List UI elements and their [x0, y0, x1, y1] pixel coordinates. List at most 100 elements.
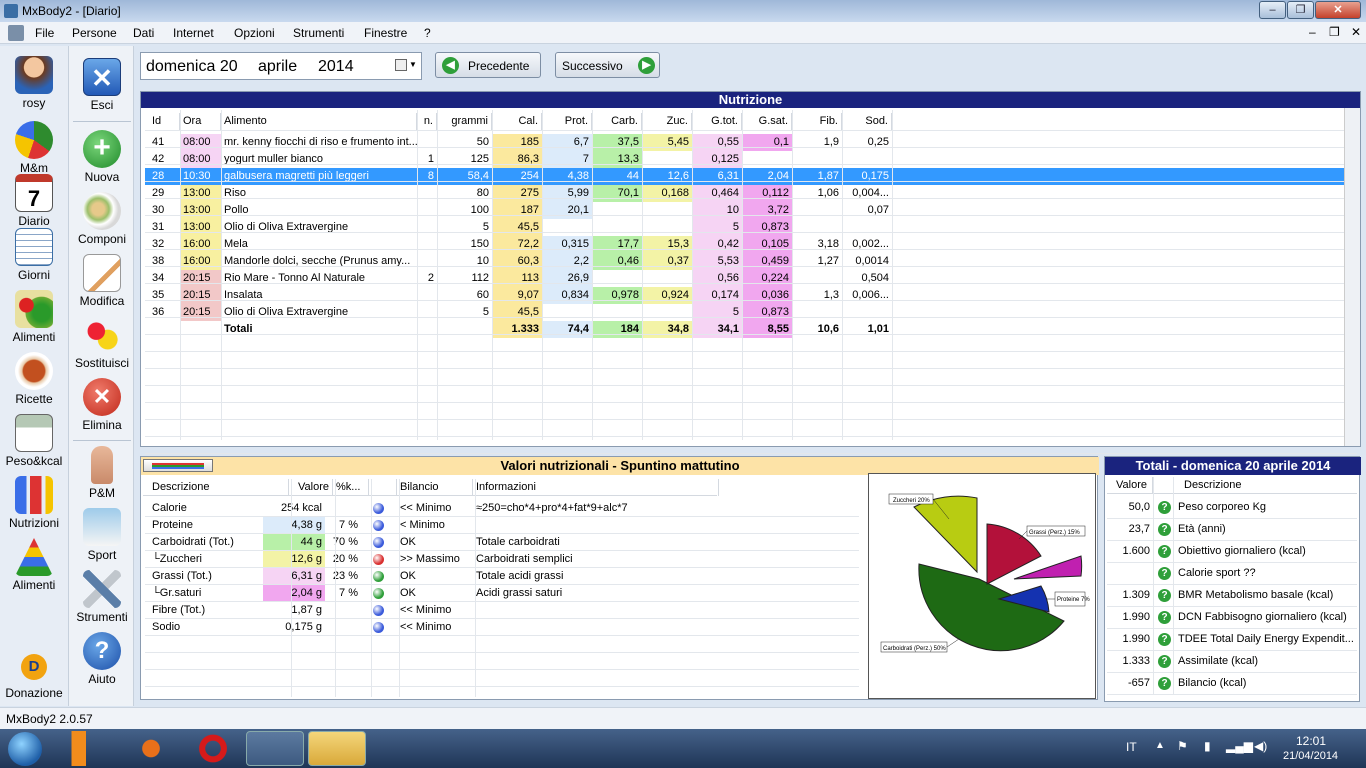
col-header[interactable]: Id	[149, 113, 180, 130]
col-header[interactable]: Carb.	[592, 113, 642, 130]
col-header[interactable]: n.	[417, 113, 437, 130]
chart-toggle-button[interactable]	[143, 459, 213, 472]
app-icon[interactable]	[4, 4, 18, 18]
nav-donazione[interactable]: D Donazione	[0, 654, 68, 700]
nav-rosy[interactable]: rosy	[0, 56, 68, 110]
next-day-button[interactable]: Successivo ▶	[555, 52, 660, 78]
col-header[interactable]: Ora	[180, 113, 221, 130]
mdi-icon[interactable]	[8, 25, 24, 41]
opera-icon[interactable]	[184, 731, 242, 766]
media-player-icon[interactable]	[60, 731, 118, 766]
action-aiuto[interactable]: ? Aiuto	[69, 632, 135, 686]
signal-icon[interactable]: ▂▄▆	[1226, 739, 1253, 753]
col-header[interactable]: Informazioni	[473, 479, 719, 496]
volume-icon[interactable]: ◀)	[1254, 739, 1267, 753]
table-row[interactable]: 28 10:30 galbusera magretti più leggeri 8 58…	[145, 168, 1357, 185]
col-header[interactable]: Descrizione	[149, 479, 289, 496]
col-header[interactable]: Descrizione	[1181, 477, 1301, 494]
col-header[interactable]: G.sat.	[742, 113, 792, 130]
menu-finestre[interactable]: Finestre	[364, 26, 407, 40]
start-button[interactable]	[8, 732, 42, 766]
table-row[interactable]: 34 20:15 Rio Mare - Tonno Al Naturale 2 112 1…	[145, 270, 1357, 287]
nav-mm[interactable]: M&m	[0, 121, 68, 175]
maximize-button[interactable]: ❐	[1287, 1, 1314, 19]
totals-row[interactable]: -657? Bilancio (kcal)	[1107, 673, 1357, 695]
mdi-minimize-button[interactable]: –	[1309, 25, 1316, 39]
help-info-icon[interactable]: ?	[1158, 501, 1171, 514]
nav-diario[interactable]: 7 Diario	[0, 174, 68, 228]
clock-time[interactable]: 12:01	[1296, 734, 1326, 748]
menu-file[interactable]: File	[35, 26, 54, 40]
nav-giorni[interactable]: Giorni	[0, 228, 68, 282]
help-info-icon[interactable]: ?	[1158, 589, 1171, 602]
help-info-icon[interactable]: ?	[1158, 567, 1171, 580]
totals-row[interactable]: 50,0? Peso corporeo Kg	[1107, 497, 1357, 519]
col-header[interactable]: Zuc.	[642, 113, 692, 130]
col-header[interactable]: grammi	[437, 113, 492, 130]
totals-row[interactable]: 1.990? TDEE Total Daily Energy Expendit..…	[1107, 629, 1357, 651]
action-modifica[interactable]: Modifica	[69, 254, 135, 308]
values-row[interactable]: Grassi (Tot.) 6,31 g 23 % OK Totale acidi gr…	[143, 568, 859, 585]
action-nuova[interactable]: + Nuova	[69, 130, 135, 184]
date-year[interactable]: 2014	[318, 58, 354, 76]
col-header[interactable]: Sod.	[842, 113, 892, 130]
mdi-restore-button[interactable]: ❐	[1329, 25, 1340, 39]
date-month[interactable]: aprile	[258, 58, 297, 76]
col-header[interactable]: Valore	[291, 479, 333, 496]
menu-help[interactable]: ?	[424, 26, 431, 40]
nav-ricette[interactable]: Ricette	[0, 352, 68, 406]
action-strumenti[interactable]: Strumenti	[69, 570, 135, 624]
action-pm[interactable]: P&M	[69, 446, 135, 500]
nav-alimenti[interactable]: Alimenti	[0, 290, 68, 344]
chevron-down-icon[interactable]: ▼	[409, 60, 417, 69]
values-row[interactable]: └Gr.saturi 2,04 g7 % OK Acidi grassi saturi	[143, 585, 859, 602]
help-info-icon[interactable]: ?	[1158, 611, 1171, 624]
help-info-icon[interactable]: ?	[1158, 545, 1171, 558]
totals-row[interactable]: 1.990? DCN Fabbisogno giornaliero (kcal)	[1107, 607, 1357, 629]
menu-dati[interactable]: Dati	[133, 26, 154, 40]
totals-row[interactable]: 23,7? Età (anni)	[1107, 519, 1357, 541]
table-row[interactable]: 42 08:00 yogurt muller bianco 1 125 86,3 7 13,3…	[145, 151, 1357, 168]
menu-persone[interactable]: Persone	[72, 26, 117, 40]
values-row[interactable]: Carboidrati (Tot.) 44 g 70 % OK Totale carbo…	[143, 534, 859, 551]
values-row[interactable]: Sodio 0,175 g << Minimo	[143, 619, 859, 636]
help-info-icon[interactable]: ?	[1158, 633, 1171, 646]
action-componi[interactable]: Componi	[69, 192, 135, 246]
help-info-icon[interactable]: ?	[1158, 655, 1171, 668]
action-sostituisci[interactable]: Sostituisci	[69, 316, 135, 370]
clock-date[interactable]: 21/04/2014	[1283, 750, 1338, 762]
values-row[interactable]: Proteine 4,38 g7 % < Minimo	[143, 517, 859, 534]
col-header[interactable]: G.tot.	[692, 113, 742, 130]
table-row[interactable]: 31 13:00 Olio di Oliva Extravergine 5 45,5 5 0…	[145, 219, 1357, 236]
tray-expand-icon[interactable]: ▲	[1155, 740, 1165, 751]
col-header[interactable]: Cal.	[492, 113, 542, 130]
values-row[interactable]: Fibre (Tot.) 1,87 g << Minimo	[143, 602, 859, 619]
mdi-close-button[interactable]: ✕	[1351, 25, 1361, 39]
values-row[interactable]: Calorie 254 kcal << Minimo ≈250=cho*4+pro*4…	[143, 500, 859, 517]
col-header[interactable]: Valore	[1113, 477, 1153, 494]
totals-row[interactable]: 1.333? Assimilate (kcal)	[1107, 651, 1357, 673]
totals-row[interactable]: 1.309? BMR Metabolismo basale (kcal)	[1107, 585, 1357, 607]
help-info-icon[interactable]: ?	[1158, 523, 1171, 536]
action-sport[interactable]: Sport	[69, 508, 135, 562]
date-picker[interactable]: domenica 20 aprile 2014 ▼	[140, 52, 422, 80]
flag-icon[interactable]: ⚑	[1177, 739, 1188, 753]
totals-row[interactable]: 1.600? Obiettivo giornaliero (kcal)	[1107, 541, 1357, 563]
col-header[interactable]: Prot.	[542, 113, 592, 130]
action-elimina[interactable]: ✕ Elimina	[69, 378, 135, 432]
nav-nutrizioni[interactable]: Nutrizioni	[0, 476, 68, 530]
mxbody-icon[interactable]	[246, 731, 304, 766]
date-day[interactable]: domenica 20	[146, 58, 238, 76]
col-header[interactable]	[369, 479, 397, 496]
menu-internet[interactable]: Internet	[173, 26, 214, 40]
table-row[interactable]: 30 13:00 Pollo 100 187 20,1 10 3,72 0,07	[145, 202, 1357, 219]
close-button[interactable]: ✕	[1315, 1, 1361, 19]
values-row[interactable]: └Zuccheri 12,6 g 20 % >> Massimo Carboidrati…	[143, 551, 859, 568]
calendar-dropdown-icon[interactable]	[395, 59, 407, 71]
col-header[interactable]: Alimento	[221, 113, 417, 130]
table-row[interactable]: 38 16:00 Mandorle dolci, secche (Prunus am…	[145, 253, 1357, 270]
nav-peso-kcal[interactable]: Peso&kcal	[0, 414, 68, 468]
menu-opzioni[interactable]: Opzioni	[234, 26, 275, 40]
firefox-icon[interactable]	[122, 731, 180, 766]
table-row[interactable]: 29 13:00 Riso 80 275 5,99 70,1 0,168 0,464 0,112 1…	[145, 185, 1357, 202]
